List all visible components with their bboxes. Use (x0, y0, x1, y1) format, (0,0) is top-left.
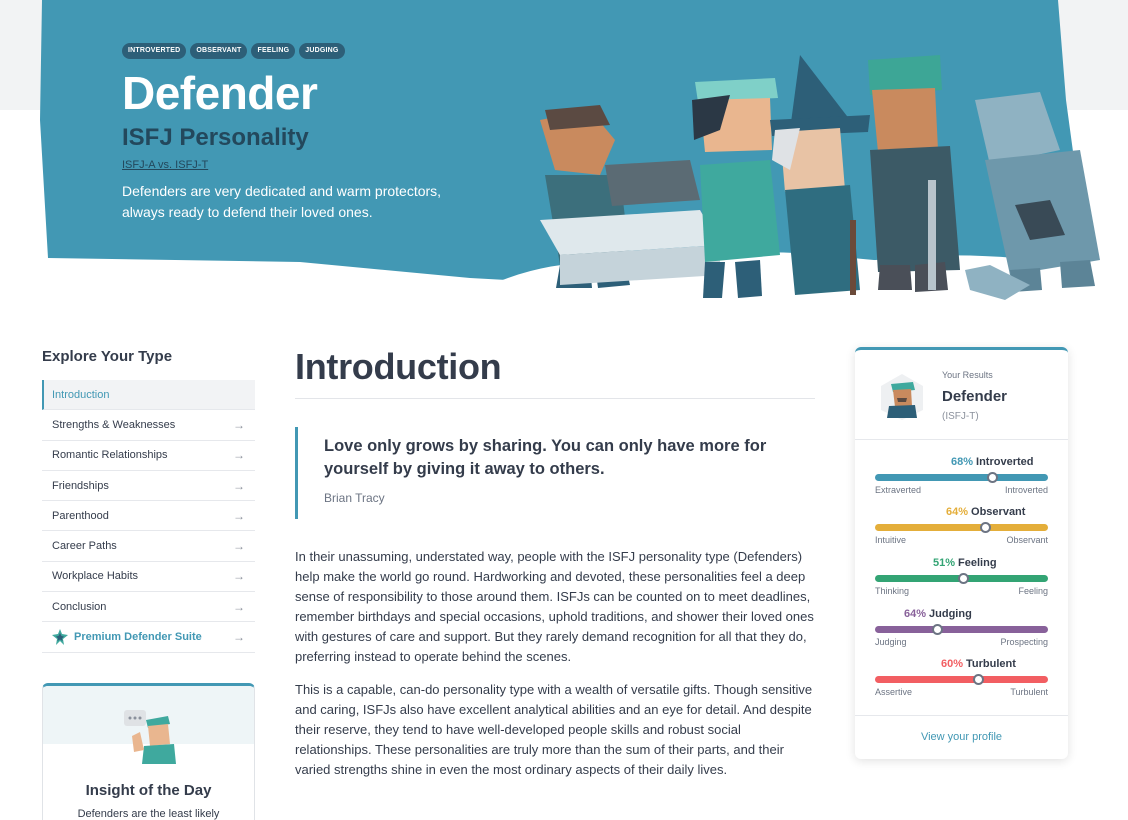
trait-left-label: Extraverted (875, 485, 922, 495)
trait-right-label: Introverted (1004, 485, 1048, 495)
nav-item-label: Strengths & Weaknesses (52, 418, 176, 431)
arrow-right-icon: → (233, 539, 245, 554)
trait-name: Introverted (976, 456, 1034, 468)
trait-bar (875, 624, 1048, 635)
trait-knob (957, 573, 969, 584)
trait-percent: 64% (946, 506, 969, 518)
results-label: Your Results (942, 370, 993, 380)
insight-title: Insight of the Day (85, 782, 212, 799)
quote-block: Love only grows by sharing. You can only… (295, 427, 815, 519)
trait-turbulent: 60% Turbulent Assertive Turbulent (875, 658, 1048, 698)
variants-link[interactable]: ISFJ-A vs. ISFJ-T (122, 158, 208, 172)
sidebar: Explore Your Type Introduction Strengths… (42, 346, 255, 653)
nav-item-introduction[interactable]: Introduction (42, 380, 255, 411)
arrow-right-icon: → (233, 630, 245, 645)
trait-percent: 68% (951, 456, 974, 468)
trait-knob (931, 624, 943, 635)
trait-bar (875, 522, 1048, 533)
hero-banner: INTROVERTED OBSERVANT FEELING JUDGING De… (0, 0, 1128, 320)
nav-item-conclusion[interactable]: Conclusion → (42, 592, 255, 623)
nav-item-label: Parenthood (52, 509, 109, 522)
arrow-right-icon: → (233, 599, 245, 614)
trait-right-label: Prospecting (1000, 637, 1048, 647)
trait-percent: 60% (941, 658, 964, 670)
trait-name: Observant (971, 506, 1026, 518)
tag-observant[interactable]: OBSERVANT (190, 43, 248, 59)
trait-observant: 64% Observant Intuitive Observant (875, 506, 1048, 546)
quote-text: Love only grows by sharing. You can only… (324, 437, 767, 478)
avatar (881, 374, 923, 420)
trait-name: Feeling (958, 557, 997, 569)
trait-left-label: Intuitive (875, 535, 907, 545)
trait-knob (973, 674, 985, 685)
nav-item-label: Premium Defender Suite (74, 631, 202, 644)
premium-star-icon (52, 629, 68, 646)
tag-feeling[interactable]: FEELING (251, 43, 296, 59)
view-profile-link[interactable]: View your profile (855, 731, 1068, 743)
insight-card[interactable]: Insight of the Day Defenders are the lea… (42, 683, 255, 820)
trait-name: Turbulent (966, 658, 1016, 670)
trait-judging: 64% Judging Judging Prospecting (875, 608, 1048, 648)
results-header: Your Results Defender (ISFJ-T) (855, 350, 1068, 440)
section-heading: Introduction (295, 346, 502, 387)
trait-right-label: Feeling (1018, 586, 1048, 596)
trait-name: Judging (929, 608, 972, 620)
trait-introverted: 68% Introverted Extraverted Introverted (875, 456, 1048, 496)
arrow-right-icon: → (233, 448, 245, 463)
arrow-right-icon: → (233, 508, 245, 523)
nav-item-label: Friendships (52, 479, 109, 492)
results-type: Defender (942, 388, 1008, 405)
nav-item-parenthood[interactable]: Parenthood → (42, 501, 255, 532)
trait-feeling: 51% Feeling Thinking Feeling (875, 557, 1048, 597)
hero-subtitle: ISFJ Personality (122, 124, 309, 151)
trait-bar (875, 472, 1048, 483)
paragraph: In their unassuming, understated way, pe… (295, 549, 814, 664)
trait-tags: INTROVERTED OBSERVANT FEELING JUDGING (122, 43, 522, 59)
nav-item-label: Romantic Relationships (52, 449, 168, 462)
hero-description: Defenders are very dedicated and warm pr… (122, 183, 442, 220)
main-content: Introduction Love only grows by sharing.… (295, 345, 815, 780)
arrow-right-icon: → (233, 417, 245, 432)
nav-item-career[interactable]: Career Paths → (42, 531, 255, 562)
nav-item-label: Introduction (52, 388, 110, 401)
divider (295, 398, 815, 399)
divider (855, 715, 1068, 716)
tag-judging[interactable]: JUDGING (299, 43, 345, 59)
trait-percent: 51% (933, 557, 956, 569)
arrow-right-icon: → (233, 569, 245, 584)
nav-item-strengths[interactable]: Strengths & Weaknesses → (42, 410, 255, 441)
nav-item-premium[interactable]: Premium Defender Suite → (42, 622, 255, 653)
trait-knob (987, 472, 999, 483)
results-code: (ISFJ-T) (942, 411, 979, 422)
trait-left-label: Thinking (875, 586, 910, 596)
trait-knob (980, 522, 992, 533)
paragraph: This is a capable, can-do personality ty… (295, 682, 813, 777)
trait-right-label: Turbulent (1010, 687, 1048, 697)
nav-item-friendships[interactable]: Friendships → (42, 471, 255, 502)
trait-bar (875, 573, 1048, 584)
nav-item-label: Career Paths (52, 540, 117, 553)
hero-title: Defender (122, 67, 318, 119)
results-card: Your Results Defender (ISFJ-T) 68% Introv… (855, 347, 1068, 759)
insight-text: Defenders are the least likely (77, 808, 220, 820)
trait-left-label: Assertive (875, 687, 913, 697)
sidebar-title: Explore Your Type (42, 348, 173, 365)
hero-content: INTROVERTED OBSERVANT FEELING JUDGING De… (122, 43, 522, 223)
nav-item-workplace[interactable]: Workplace Habits → (42, 562, 255, 593)
trait-left-label: Judging (875, 637, 907, 647)
nav-item-label: Conclusion (52, 600, 107, 613)
nav-item-romantic[interactable]: Romantic Relationships → (42, 441, 255, 471)
tag-introverted[interactable]: INTROVERTED (122, 43, 187, 59)
quote-author: Brian Tracy (324, 491, 385, 505)
nav-item-label: Workplace Habits (52, 570, 138, 583)
trait-bar (875, 674, 1048, 685)
trait-percent: 64% (904, 608, 927, 620)
arrow-right-icon: → (233, 478, 245, 493)
insight-character-icon (124, 710, 176, 764)
trait-right-label: Observant (1006, 535, 1048, 545)
